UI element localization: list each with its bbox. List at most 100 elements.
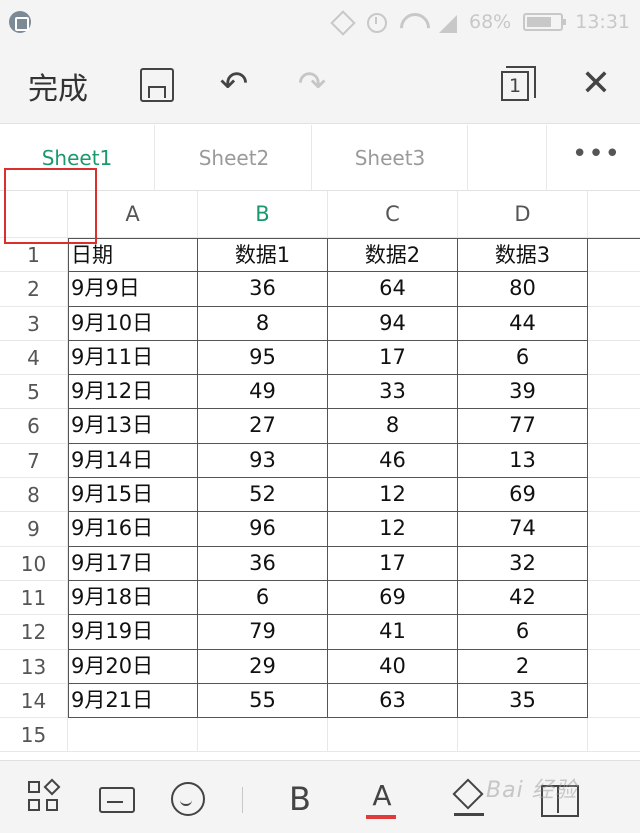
cell[interactable]: 数据3: [458, 238, 588, 273]
cell[interactable]: [588, 547, 640, 581]
cell[interactable]: [588, 581, 640, 616]
row-header[interactable]: 2: [0, 272, 68, 307]
cell[interactable]: [588, 478, 640, 513]
cell[interactable]: 77: [458, 409, 588, 444]
cell[interactable]: [588, 341, 640, 376]
cell[interactable]: [68, 718, 198, 753]
cell[interactable]: 74: [458, 512, 588, 547]
cell[interactable]: 27: [198, 409, 328, 444]
cell[interactable]: 8: [198, 306, 328, 341]
cell[interactable]: 9月21日: [68, 683, 198, 719]
cell[interactable]: [198, 718, 328, 753]
cell[interactable]: [588, 444, 640, 479]
cell[interactable]: 9月20日: [68, 649, 198, 684]
cell[interactable]: [588, 307, 640, 341]
cell[interactable]: 6: [198, 580, 328, 616]
cell[interactable]: 17: [328, 340, 458, 376]
cell[interactable]: [588, 375, 640, 410]
cell[interactable]: 2: [458, 649, 588, 684]
keyboard-icon[interactable]: [96, 779, 136, 819]
row-header[interactable]: 9: [0, 512, 68, 547]
emoji-face-icon[interactable]: [168, 779, 208, 819]
cell[interactable]: 6: [458, 340, 588, 376]
cell[interactable]: 数据2: [328, 238, 458, 273]
cell[interactable]: [588, 615, 640, 650]
sheets-icon[interactable]: 1: [497, 64, 537, 104]
cell[interactable]: [588, 238, 640, 273]
cell[interactable]: 9月18日: [68, 580, 198, 616]
cell[interactable]: [588, 684, 640, 719]
cell[interactable]: 55: [198, 683, 328, 719]
cell[interactable]: 9月15日: [68, 478, 198, 513]
cell[interactable]: 9月11日: [68, 340, 198, 376]
cell[interactable]: [588, 272, 640, 307]
cell[interactable]: 29: [198, 649, 328, 684]
cell[interactable]: 13: [458, 443, 588, 479]
cell[interactable]: 9月12日: [68, 375, 198, 410]
cell[interactable]: 69: [328, 580, 458, 616]
cell[interactable]: 52: [198, 478, 328, 513]
row-header[interactable]: 5: [0, 375, 68, 410]
tab-sheet2[interactable]: Sheet2: [157, 125, 312, 191]
close-icon[interactable]: ✕: [576, 64, 616, 104]
cell[interactable]: 33: [328, 375, 458, 410]
more-options-icon[interactable]: •••: [572, 141, 620, 169]
done-button[interactable]: 完成: [28, 64, 88, 108]
cell[interactable]: 9月9日: [68, 272, 198, 307]
cell[interactable]: 9月13日: [68, 409, 198, 444]
cell[interactable]: 12: [328, 512, 458, 547]
tab-empty-slot[interactable]: [469, 125, 547, 191]
row-header[interactable]: 7: [0, 443, 68, 479]
apps-icon[interactable]: [26, 778, 66, 819]
spreadsheet-grid[interactable]: A B C D 1 2 3 4 5 6 7 8 9 10 11 12 13 14 15 日期 数据1 数据2 数据…: [0, 191, 640, 760]
cell[interactable]: 94: [328, 306, 458, 341]
cell[interactable]: 96: [198, 512, 328, 547]
tab-sheet3[interactable]: Sheet3: [313, 125, 468, 191]
cell[interactable]: 40: [328, 649, 458, 684]
cell[interactable]: 64: [328, 272, 458, 307]
cell[interactable]: 9月17日: [68, 546, 198, 581]
cell[interactable]: 17: [328, 546, 458, 581]
cell[interactable]: 35: [458, 683, 588, 719]
column-header-e[interactable]: [588, 191, 640, 238]
row-header[interactable]: 8: [0, 478, 68, 513]
row-header[interactable]: 3: [0, 306, 68, 341]
save-icon[interactable]: [136, 64, 176, 104]
cell[interactable]: 46: [328, 443, 458, 479]
cell[interactable]: 79: [198, 615, 328, 650]
cell[interactable]: [588, 718, 640, 753]
cell[interactable]: [588, 409, 640, 444]
row-header[interactable]: 4: [0, 340, 68, 376]
column-header-b[interactable]: B: [198, 191, 328, 238]
cell[interactable]: 36: [198, 546, 328, 581]
bold-icon[interactable]: B: [280, 779, 320, 819]
cell[interactable]: 9月19日: [68, 615, 198, 650]
cell[interactable]: 49: [198, 375, 328, 410]
column-header-c[interactable]: C: [328, 191, 458, 238]
row-header[interactable]: 6: [0, 409, 68, 444]
column-header-d[interactable]: D: [458, 191, 588, 238]
cell[interactable]: 69: [458, 478, 588, 513]
cell[interactable]: 39: [458, 375, 588, 410]
cell[interactable]: [588, 650, 640, 684]
cell[interactable]: 44: [458, 306, 588, 341]
undo-icon[interactable]: ↶: [214, 64, 254, 104]
row-header[interactable]: 11: [0, 580, 68, 616]
cell[interactable]: 8: [328, 409, 458, 444]
cell[interactable]: [328, 718, 458, 753]
row-header[interactable]: 14: [0, 683, 68, 719]
cell[interactable]: 80: [458, 272, 588, 307]
cell[interactable]: 63: [328, 683, 458, 719]
cell[interactable]: 数据1: [198, 238, 328, 273]
cell[interactable]: [588, 512, 640, 547]
cell[interactable]: 32: [458, 546, 588, 581]
font-color-icon[interactable]: A: [362, 779, 402, 819]
cell[interactable]: 9月10日: [68, 306, 198, 341]
row-header[interactable]: 12: [0, 615, 68, 650]
redo-icon[interactable]: ↷: [292, 64, 332, 104]
cell[interactable]: 93: [198, 443, 328, 479]
row-header[interactable]: 13: [0, 649, 68, 684]
cell[interactable]: 42: [458, 580, 588, 616]
row-header[interactable]: 15: [0, 718, 68, 753]
fill-color-icon[interactable]: [450, 779, 490, 819]
